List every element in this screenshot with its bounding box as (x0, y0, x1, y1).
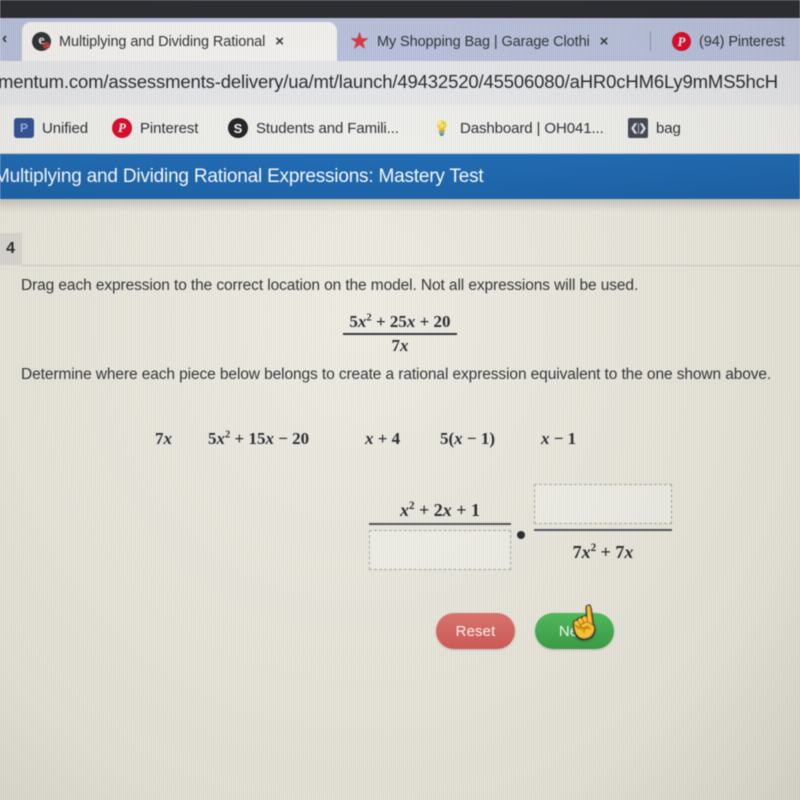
expression-tile[interactable]: 7x (155, 429, 172, 449)
window-titlebar (0, 0, 800, 18)
bookmark-label: bag (656, 119, 681, 137)
multiplication-dot-icon (517, 531, 525, 539)
instruction-primary: Drag each expression to the correct loca… (21, 277, 639, 294)
students-icon (228, 118, 248, 138)
edu-e-icon (32, 32, 51, 51)
dashboard-icon (432, 118, 452, 138)
bookmark-pinterest[interactable]: Pinterest (112, 118, 198, 138)
pinterest-icon (112, 118, 132, 138)
question-number-badge: 4 (0, 233, 22, 265)
mouse-cursor-pointing-hand: ☝ (564, 605, 605, 642)
bookmark-label: Unified (42, 119, 88, 137)
given-denominator: 7x (391, 335, 409, 355)
pinterest-icon (672, 32, 691, 51)
bookmark-students-and-families[interactable]: Students and Famili... (228, 118, 399, 138)
tab-close-icon[interactable]: × (275, 33, 284, 50)
model-right-fraction: 7x2 + 7x (534, 484, 672, 565)
unified-icon (14, 118, 34, 138)
question-number: 4 (6, 240, 15, 257)
given-expression: 5x2 + 25x + 20 7x (0, 311, 800, 357)
answer-model: x2 + 2x + 1 7x2 + 7x (0, 483, 800, 598)
divider (22, 265, 800, 266)
instruction-secondary: Determine where each piece below belongs… (21, 366, 772, 383)
bookmarks-bar: Unified Pinterest Students and Famili...… (0, 105, 800, 154)
bookmark-dashboard[interactable]: Dashboard | OH041... (432, 118, 604, 138)
address-bar-url[interactable]: mentum.com/assessments-delivery/ua/mt/la… (0, 71, 778, 93)
left-fraction-numerator: x2 + 2x + 1 (399, 500, 481, 520)
assessment-header: Multiplying and Dividing Rational Expres… (0, 154, 800, 199)
tab-close-icon[interactable]: × (600, 33, 609, 50)
tab-divider (650, 31, 651, 51)
expression-tile-bank: 7x 5x2 + 15x − 20 x + 4 5(x − 1) x − 1 (0, 429, 800, 459)
expression-tile[interactable]: x + 4 (365, 429, 400, 449)
reset-button[interactable]: Reset (436, 613, 515, 649)
bookmark-label: Students and Famili... (256, 119, 399, 137)
reset-button-label: Reset (455, 622, 496, 640)
question-content: 4 Drag each expression to the correct lo… (0, 211, 800, 800)
expression-tile[interactable]: 5(x − 1) (440, 429, 495, 449)
dropzone-right-numerator[interactable] (534, 484, 672, 524)
tab-title: My Shopping Bag | Garage Clothi (377, 33, 590, 50)
bookmark-unified[interactable]: Unified (14, 118, 88, 138)
expression-tile[interactable]: x − 1 (541, 429, 576, 449)
bag-icon (628, 118, 648, 138)
bookmark-label: Dashboard | OH041... (460, 119, 604, 137)
tab-title: Multiplying and Dividing Rational (59, 33, 266, 50)
bookmark-label: Pinterest (140, 119, 199, 137)
bookmark-bag[interactable]: bag (628, 118, 681, 138)
model-left-fraction: x2 + 2x + 1 (369, 489, 511, 570)
tab-title: (94) Pinterest (699, 33, 785, 50)
browser-screenshot: ‹ Multiplying and Dividing Rational × ★ … (0, 0, 800, 800)
tab-multiplying-dividing-rational[interactable]: Multiplying and Dividing Rational × (22, 22, 337, 61)
expression-tile[interactable]: 5x2 + 15x − 20 (208, 429, 309, 449)
given-numerator: 5x2 + 25x + 20 (349, 312, 451, 331)
right-fraction-denominator: 7x2 + 7x (572, 541, 634, 562)
dropzone-left-denominator[interactable] (369, 529, 511, 570)
page-title: Multiplying and Dividing Rational Expres… (0, 166, 484, 187)
tab-pinterest[interactable]: (94) Pinterest (662, 22, 800, 61)
tab-my-shopping-bag[interactable]: ★ My Shopping Bag | Garage Clothi × (340, 22, 643, 61)
tab-strip: ‹ Multiplying and Dividing Rational × ★ … (0, 18, 800, 61)
header-shadow-edge (0, 199, 800, 211)
address-bar[interactable]: mentum.com/assessments-delivery/ua/mt/la… (0, 61, 800, 105)
star-icon: ★ (350, 30, 369, 53)
tab-scroll-left-icon[interactable]: ‹ (2, 30, 7, 48)
fraction-bar (369, 523, 511, 525)
